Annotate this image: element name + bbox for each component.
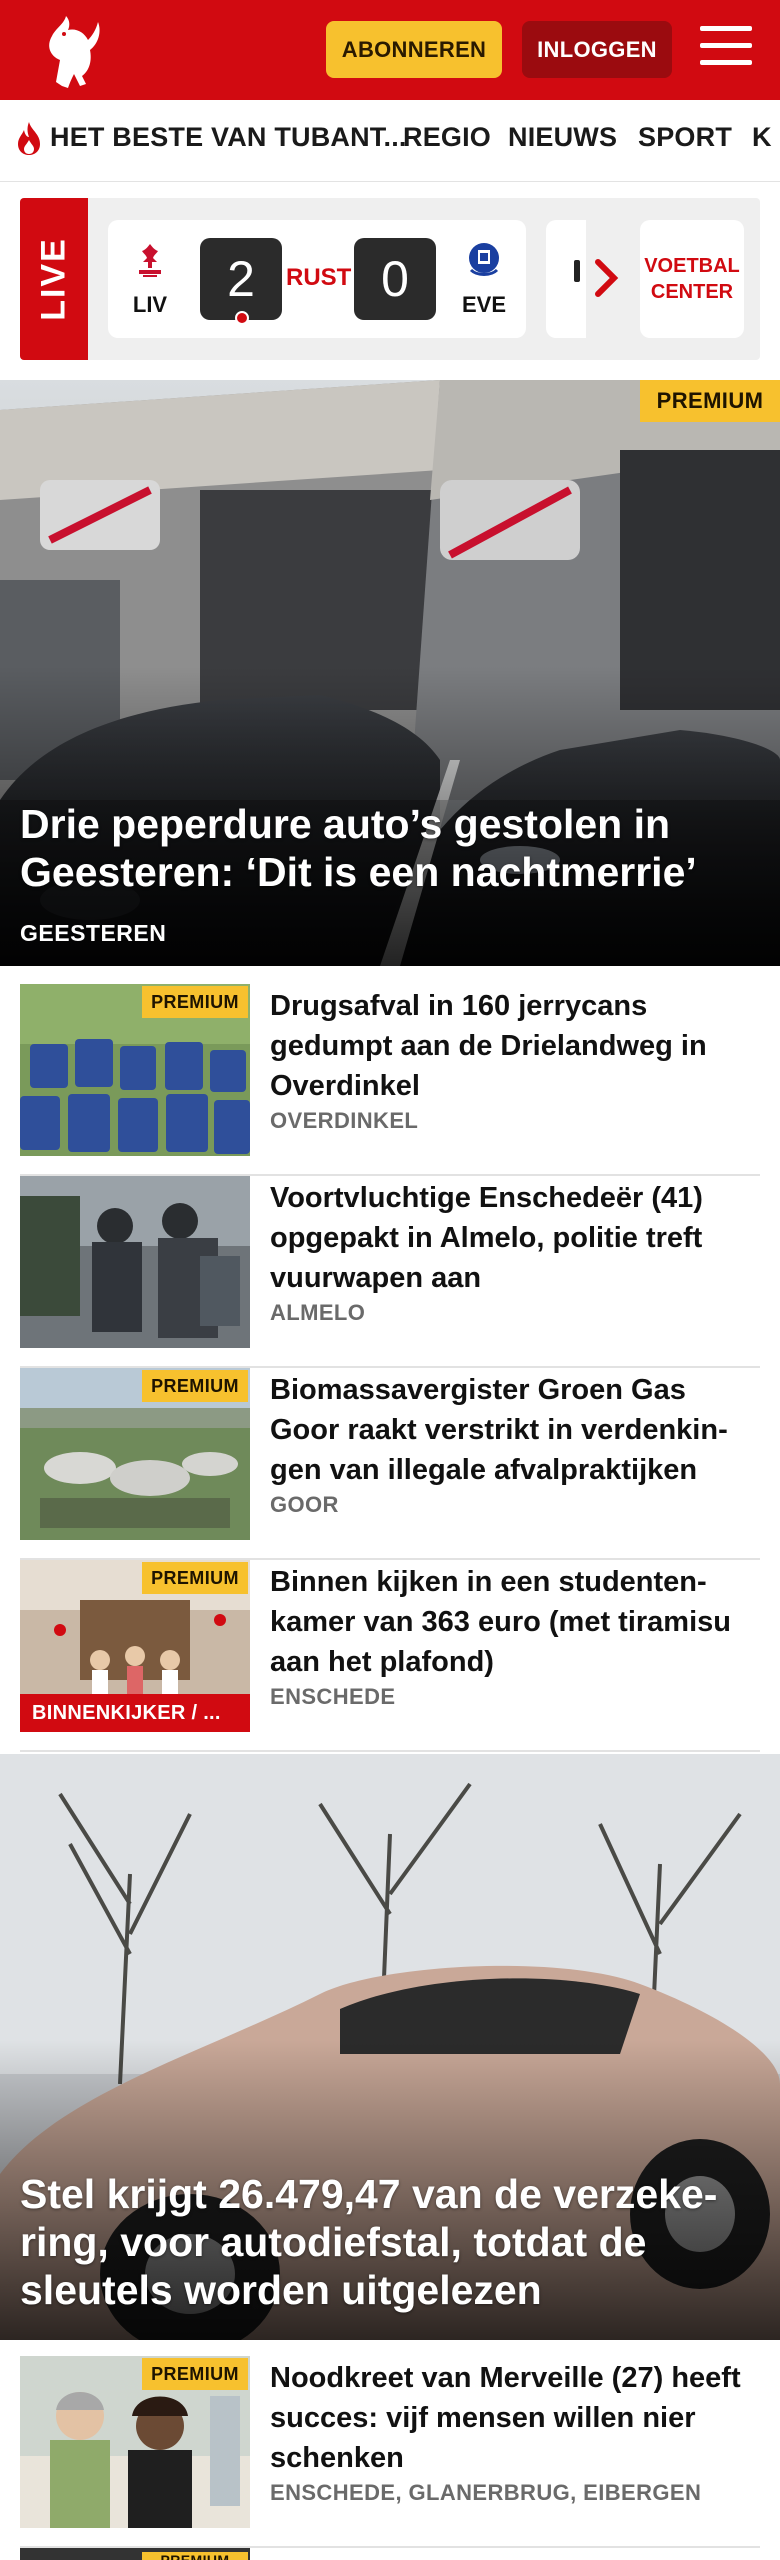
- article-location: OVERDINKEL: [270, 1108, 419, 1133]
- next-match-card-peek[interactable]: [546, 220, 586, 338]
- article-title[interactable]: Biomassavergister Groen Gas Goor raakt v…: [270, 1370, 760, 1490]
- list-item[interactable]: Voortvluchtige Enschedeër (41) opgepakt …: [20, 1176, 760, 1368]
- list-item[interactable]: PREMIUM Biomassavergister Groen Gas Goor…: [20, 1368, 760, 1560]
- hero-title[interactable]: Drie peperdure auto’s gestolen in Geeste…: [20, 800, 740, 896]
- hero-location: GEESTEREN: [20, 920, 167, 946]
- menu-icon[interactable]: [700, 26, 752, 72]
- hero-article[interactable]: Stel krijgt 26.479,47 van de verzeke­rin…: [0, 1754, 780, 2340]
- match-card[interactable]: LIV 2 RUST 0 EVE: [108, 220, 526, 338]
- article-location: ENSCHEDE: [270, 1684, 396, 1709]
- article-location: ENSCHEDE, GLANERBRUG, EIBERGEN: [270, 2480, 702, 2505]
- article-location: GOOR: [270, 1492, 339, 1517]
- away-team: EVE: [454, 240, 514, 318]
- hero-title[interactable]: Stel krijgt 26.479,47 van de verzeke­rin…: [20, 2170, 740, 2314]
- nav-item-sport[interactable]: SPORT: [638, 122, 732, 153]
- live-label: LIVE: [20, 198, 88, 360]
- article-thumbnail-jerrycans: PREMIUM: [20, 984, 250, 1156]
- list-item[interactable]: PREMIUM Drugsafval in 160 jerrycans gedu…: [20, 984, 760, 1176]
- nav-item-nieuws[interactable]: NIEUWS: [508, 122, 617, 153]
- nav-item-het-beste[interactable]: HET BESTE VAN TUBANT...: [50, 122, 407, 153]
- tubantia-horse-logo-icon[interactable]: [36, 10, 106, 90]
- login-button[interactable]: INLOGGEN: [522, 21, 672, 78]
- nav-item-more[interactable]: K: [752, 122, 772, 153]
- list-item[interactable]: PREMIUM Noodkreet van Merveille (27) hee…: [20, 2356, 760, 2548]
- everton-crest-icon: [469, 243, 499, 276]
- liverpool-crest-icon: [139, 244, 161, 277]
- category-badge: BINNENKIJKER / ...: [20, 1694, 250, 1732]
- article-thumbnail-biomass: PREMIUM: [20, 1368, 250, 1540]
- article-thumbnail-merveille: PREMIUM: [20, 2356, 250, 2528]
- premium-badge: PREMIUM: [142, 986, 248, 1018]
- match-status: RUST: [286, 264, 352, 291]
- article-title[interactable]: Voortvluchtige Enschedeër (41) opgepakt …: [270, 1178, 760, 1298]
- flame-icon: [18, 122, 40, 155]
- live-indicator-dot: [235, 311, 249, 325]
- premium-badge: PREMIUM: [142, 2358, 248, 2390]
- list-item[interactable]: PREMIUM: [20, 2548, 760, 2560]
- home-team: LIV: [120, 240, 180, 318]
- premium-badge: PREMIUM: [640, 380, 780, 422]
- article-thumbnail-police: [20, 1176, 250, 1348]
- article-title[interactable]: Drugsafval in 160 jerrycans gedumpt aan …: [270, 986, 760, 1106]
- home-score: 2: [200, 238, 282, 325]
- section-nav: HET BESTE VAN TUBANT... REGIO NIEUWS SPO…: [0, 100, 780, 182]
- subscribe-button[interactable]: ABONNEREN: [326, 21, 502, 78]
- premium-badge: PREMIUM: [142, 1370, 248, 1402]
- live-scores-bar: LIVE LIV 2 RUST 0 EVE VOETBAL CENTER: [20, 198, 760, 360]
- nav-item-regio[interactable]: REGIO: [403, 122, 491, 153]
- premium-badge: PREMIUM: [142, 1562, 248, 1594]
- article-thumbnail-studentenkamer: PREMIUM BINNENKIJKER / ...: [20, 1560, 250, 1732]
- list-item[interactable]: PREMIUM BINNENKIJKER / ... Binnen kijken…: [20, 1560, 760, 1752]
- article-title[interactable]: Noodkreet van Merveille (27) heeft succe…: [270, 2358, 760, 2478]
- article-location: ALMELO: [270, 1300, 366, 1325]
- premium-badge: PREMIUM: [142, 2552, 248, 2560]
- voetbal-center-link[interactable]: VOETBAL CENTER: [640, 220, 744, 338]
- article-title[interactable]: Binnen kijken in een studenten­kamer van…: [270, 1562, 760, 1682]
- chevron-right-icon[interactable]: [592, 256, 622, 300]
- hero-article[interactable]: PREMIUM Drie peperdure auto’s gestolen i…: [0, 380, 780, 966]
- article-thumbnail: PREMIUM: [20, 2548, 250, 2560]
- top-bar: ABONNEREN INLOGGEN: [0, 0, 780, 100]
- away-score: 0: [354, 238, 436, 320]
